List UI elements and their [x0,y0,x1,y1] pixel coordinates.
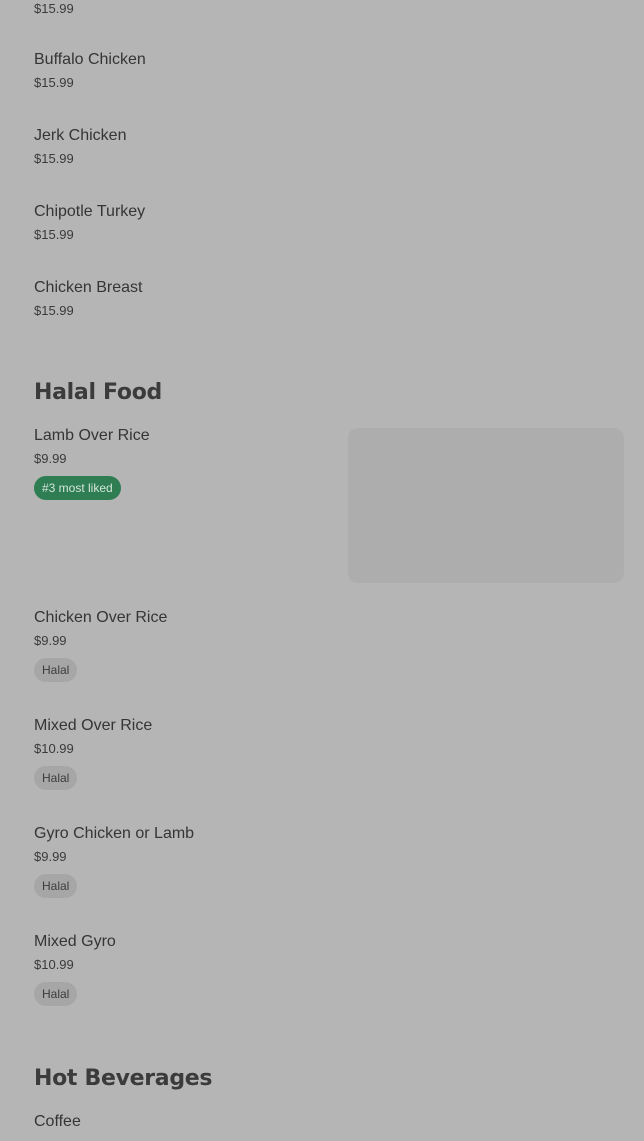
halal-tag: Halal [34,658,78,682]
menu-item-gyro-chicken-or-lamb[interactable]: Gyro Chicken or Lamb $9.99 Halal [34,824,624,898]
item-price: $9.99 [34,633,67,648]
menu-item-jerk-chicken[interactable]: Jerk Chicken $15.99 [34,126,624,167]
halal-tag: Halal [34,874,78,898]
most-liked-badge: #3 most liked [34,476,121,500]
item-name: Gyro Chicken or Lamb [34,825,195,842]
menu-item-chipotle-turkey[interactable]: Chipotle Turkey $15.99 [34,202,624,243]
menu-list: $15.99 Buffalo Chicken $15.99 Jerk Chick… [0,0,644,1141]
menu-item-buffalo-chicken[interactable]: Buffalo Chicken $15.99 [34,50,624,91]
item-price: $9.99 [34,849,67,864]
item-image-placeholder[interactable] [348,428,624,583]
item-name: Buffalo Chicken [34,51,146,68]
section-title-hot-beverages: Hot Beverages [34,1066,213,1091]
halal-tag: Halal [34,982,78,1006]
item-price: $15.99 [34,227,74,242]
item-price: $10.99 [34,957,74,972]
item-name: Mixed Over Rice [34,717,153,734]
item-price: $15.99 [34,151,74,166]
item-name: Chicken Over Rice [34,609,168,626]
menu-item-mixed-gyro[interactable]: Mixed Gyro $10.99 Halal [34,932,624,1006]
menu-item-coffee[interactable]: Coffee [34,1112,624,1132]
item-name: Chicken Breast [34,279,143,296]
item-price: $9.99 [34,451,67,466]
halal-tag: Halal [34,766,78,790]
section-title-halal-food: Halal Food [34,380,162,405]
item-name: Mixed Gyro [34,933,116,950]
item-price: $15.99 [34,75,74,90]
menu-item-chicken-over-rice[interactable]: Chicken Over Rice $9.99 Halal [34,608,624,682]
item-price: $10.99 [34,741,74,756]
item-name: Chipotle Turkey [34,203,146,220]
menu-item-lamb-over-rice[interactable]: Lamb Over Rice $9.99 #3 most liked [34,426,334,500]
item-name: Coffee [34,1113,81,1130]
menu-item-mixed-over-rice[interactable]: Mixed Over Rice $10.99 Halal [34,716,624,790]
item-price: $15.99 [34,1,74,16]
item-name: Jerk Chicken [34,127,127,144]
item-price: $15.99 [34,303,74,318]
menu-item-chicken-breast[interactable]: Chicken Breast $15.99 [34,278,624,319]
item-name: Lamb Over Rice [34,427,150,444]
